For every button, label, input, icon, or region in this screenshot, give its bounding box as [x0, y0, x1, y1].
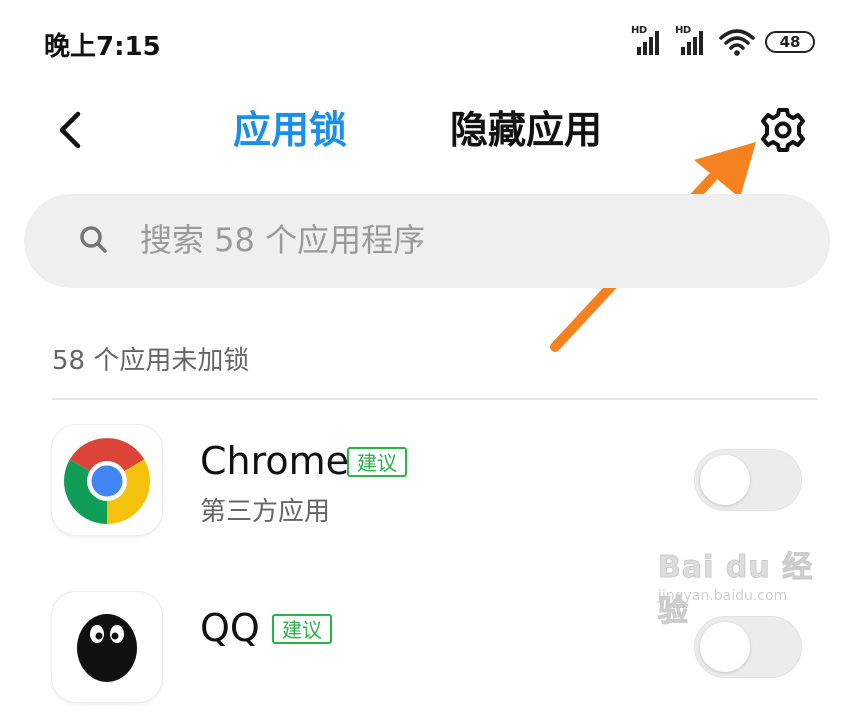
- status-time: 晚上7:15: [44, 32, 161, 62]
- search-bar[interactable]: [24, 194, 830, 288]
- section-label: 58 个应用未加锁: [52, 346, 250, 376]
- signal-icon: HD: [631, 25, 665, 57]
- settings-button[interactable]: [755, 102, 811, 158]
- app-subtitle: 第三方应用: [200, 497, 331, 527]
- suggested-badge: 建议: [347, 447, 407, 477]
- status-bar: 晚上7:15 HD HD 48: [0, 0, 855, 84]
- search-icon: [80, 226, 107, 253]
- wifi-icon: [719, 29, 755, 56]
- search-input[interactable]: [140, 214, 760, 266]
- battery-indicator: 48: [765, 31, 815, 53]
- app-name: Chrome: [200, 439, 350, 483]
- chevron-left-icon: [59, 111, 81, 149]
- lock-toggle[interactable]: [694, 449, 802, 511]
- nav-bar: 应用锁 隐藏应用: [0, 92, 855, 170]
- status-icons: HD HD 48: [631, 24, 815, 60]
- tab-hidden-apps[interactable]: 隐藏应用: [450, 102, 602, 158]
- signal-icon: HD: [675, 25, 709, 57]
- watermark-url: jingyan.baidu.com: [658, 588, 788, 604]
- app-name: QQ: [200, 606, 260, 650]
- baidu-watermark: Bai du 经验 jingyan.baidu.com: [648, 536, 828, 630]
- divider: [52, 398, 818, 400]
- qq-icon: [52, 592, 162, 702]
- toggle-knob: [700, 455, 750, 505]
- suggested-badge: 建议: [272, 614, 332, 644]
- watermark-logo: Bai du 经验: [658, 550, 814, 630]
- back-button[interactable]: [46, 100, 92, 160]
- gear-icon: [761, 108, 805, 152]
- chrome-icon: [52, 425, 162, 535]
- tab-app-lock[interactable]: 应用锁: [233, 102, 347, 158]
